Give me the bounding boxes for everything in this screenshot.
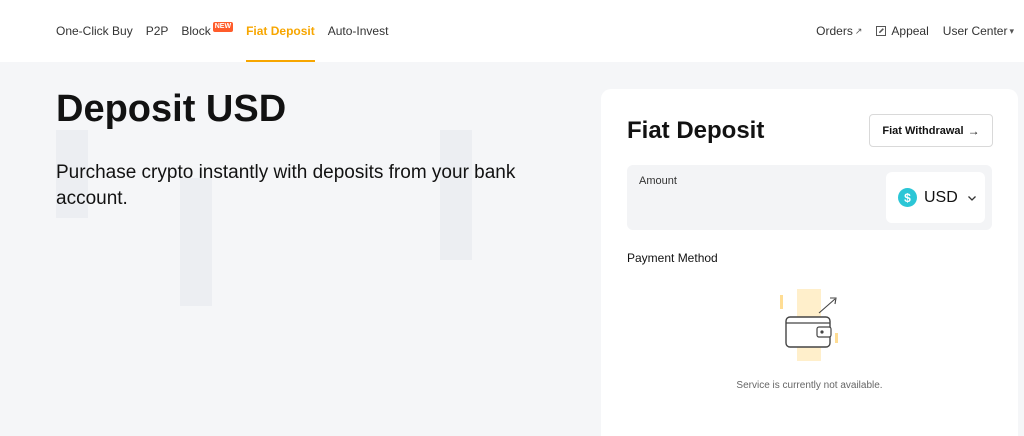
user-center-label: User Center: [942, 24, 1008, 38]
payment-method-label: Payment Method: [627, 251, 718, 265]
nav-left: One-Click Buy P2P Block NEW Fiat Deposit…: [56, 0, 401, 62]
user-center-menu[interactable]: User Center ▾: [943, 24, 1014, 38]
nav-p2p[interactable]: P2P: [146, 0, 169, 62]
card-title: Fiat Deposit: [627, 117, 765, 144]
amount-label: Amount: [639, 175, 677, 187]
nav-fiat-deposit-label: Fiat Deposit: [246, 24, 315, 38]
nav-auto-invest-label: Auto-Invest: [327, 24, 389, 38]
appeal-link[interactable]: Appeal: [876, 24, 929, 38]
nav-right: Orders ↗ Appeal User Center ▾: [802, 0, 1014, 62]
nav-one-click-buy[interactable]: One-Click Buy: [56, 0, 133, 62]
edit-icon: [876, 26, 887, 36]
amount-input[interactable]: [637, 193, 877, 221]
nav-block[interactable]: Block NEW: [181, 0, 234, 62]
empty-state-message: Service is currently not available.: [736, 380, 883, 391]
arrow-up-right-icon: ↗: [854, 25, 863, 36]
nav-p2p-label: P2P: [145, 24, 169, 38]
currency-select[interactable]: $ USD: [886, 172, 985, 223]
fiat-withdrawal-label: Fiat Withdrawal: [882, 124, 964, 137]
top-nav: One-Click Buy P2P Block NEW Fiat Deposit…: [0, 0, 1024, 62]
fiat-deposit-card: Fiat Deposit Fiat Withdrawal → Amount $ …: [601, 89, 1018, 436]
appeal-label: Appeal: [891, 24, 929, 38]
currency-label: USD: [924, 188, 958, 206]
new-badge: NEW: [212, 22, 234, 32]
chevron-down-icon: [967, 195, 976, 201]
page-title: Deposit USD: [56, 88, 287, 130]
fiat-withdrawal-button[interactable]: Fiat Withdrawal →: [869, 114, 993, 147]
dollar-icon: $: [898, 188, 917, 207]
page-subtitle: Purchase crypto instantly with deposits …: [56, 162, 516, 209]
nav-fiat-deposit[interactable]: Fiat Deposit: [246, 0, 315, 62]
amount-field: Amount $ USD: [627, 165, 992, 230]
caret-down-icon: ▾: [1009, 25, 1014, 36]
orders-link[interactable]: Orders ↗: [816, 24, 862, 38]
nav-auto-invest[interactable]: Auto-Invest: [328, 0, 389, 62]
nav-one-click-buy-label: One-Click Buy: [56, 24, 133, 38]
orders-label: Orders: [816, 24, 853, 38]
wallet-illustration: [780, 289, 838, 361]
arrow-right-icon: →: [967, 123, 980, 138]
nav-block-label: Block: [181, 24, 211, 38]
